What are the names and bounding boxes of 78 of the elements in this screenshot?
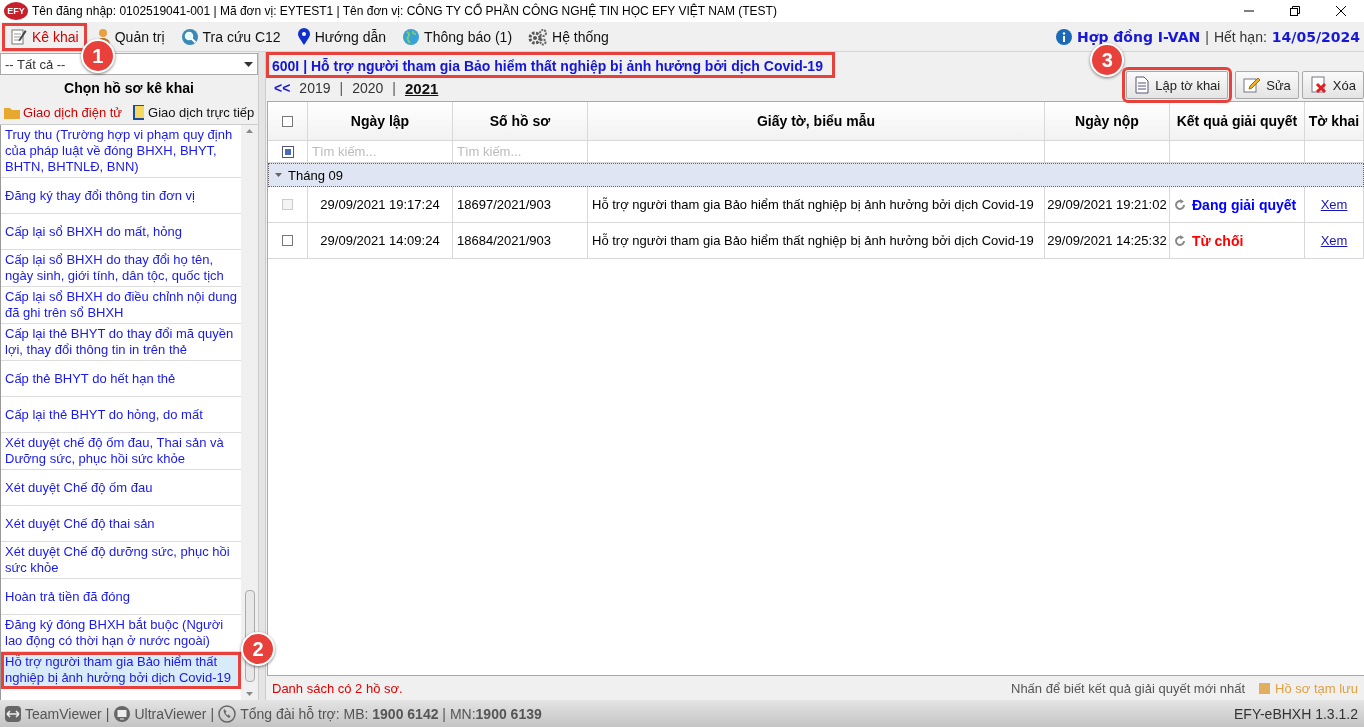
caret-icon [244, 61, 253, 67]
folder-icon [4, 105, 20, 119]
table-cell: 29/09/2021 19:17:24 [308, 187, 453, 223]
form-type-item[interactable]: Hỗ trợ người tham gia Bảo hiểm thất nghiệp bị ảnh hưởng bởi dịch Covid-19 [1, 652, 241, 689]
filter-checkbox-icon [281, 145, 294, 158]
checkbox[interactable] [282, 115, 293, 127]
menu-item[interactable]: Hệ thống [520, 22, 617, 51]
pencil-note-icon [1243, 76, 1262, 94]
hint-text: Nhấn để biết kết quả giải quyết mới nhất [1011, 680, 1245, 696]
refresh-icon [1174, 234, 1186, 247]
column-header: Giấy tờ, biểu mẫu [588, 102, 1045, 141]
menu-item[interactable]: Thông báo (1) [394, 22, 521, 51]
globe-icon [402, 27, 421, 46]
notebook-icon [132, 104, 146, 120]
column-header: Kết quả giải quyết [1170, 102, 1305, 141]
contract-link[interactable]: Hợp đồng I-VAN [1077, 28, 1201, 45]
back-link[interactable]: << [274, 80, 291, 96]
refresh-icon [1174, 198, 1186, 211]
search-field[interactable]: Tìm kiếm... [312, 144, 448, 159]
separator: | [105, 705, 110, 722]
location-pin-icon [296, 27, 311, 46]
legend-label: Hồ sơ tạm lưu [1275, 680, 1358, 696]
phone-icon [218, 704, 237, 723]
column-header: Số hồ sơ [453, 102, 588, 141]
column-header: Ngày lập [308, 102, 453, 141]
separator: | [392, 80, 396, 96]
restore-icon[interactable] [1289, 5, 1301, 17]
group-row[interactable]: Tháng 09 [268, 163, 1364, 187]
table-cell: 18697/2021/903 [453, 187, 588, 223]
expiry-date: 14/05/2024 [1271, 28, 1360, 45]
record-count: Danh sách có 2 hồ sơ. [272, 680, 404, 696]
year-tab[interactable]: 2019 [299, 80, 331, 96]
separator: | [210, 705, 215, 722]
collapse-triangle-icon [275, 173, 282, 177]
separator: | [1205, 28, 1209, 45]
delete-document-icon [1309, 76, 1328, 94]
scroll-down-icon[interactable] [246, 692, 253, 696]
separator: | [339, 80, 344, 96]
tab[interactable]: Giao dịch trực tiếp [130, 104, 257, 120]
search-icon [180, 27, 199, 46]
table-cell: 29/09/2021 19:21:02 [1045, 187, 1170, 223]
app-shortcut[interactable]: TeamViewer [4, 704, 102, 723]
hotline-text: Tổng đài hỗ trợ: MB: 1900 6142 | MN:1900 6139 [240, 705, 542, 722]
table-cell: 29/09/2021 14:25:32 [1045, 223, 1170, 259]
menu-item[interactable]: Hướng dẫn [288, 22, 395, 51]
column-header: Ngày nộp [1045, 102, 1170, 141]
scroll-thumb[interactable] [244, 590, 255, 682]
result-status: Từ chối [1192, 232, 1244, 249]
tab[interactable]: Giao dịch điện tử [2, 104, 125, 120]
form-title: 600I | Hỗ trợ người tham gia Bảo hiểm thất nghiệp bị ảnh hưởng bởi dịch Covid-19 [266, 52, 835, 78]
table-cell: 29/09/2021 14:09:24 [308, 223, 453, 259]
panel-heading: Chọn hồ sơ kê khai [63, 79, 195, 98]
document-icon [1134, 76, 1151, 94]
result-status: Đang giải quyết [1192, 196, 1297, 213]
column-header: Tờ khai [1305, 102, 1364, 141]
document-pen-icon [10, 27, 28, 46]
gears-icon [528, 27, 549, 46]
monitor-icon [113, 704, 132, 723]
table-cell: 18684/2021/903 [453, 223, 588, 259]
close-icon[interactable] [1335, 5, 1347, 17]
window-title: Tên đăng nhập: 0102519041-001 | Mã đơn vị: EYTEST1 | Tên đơn vị: CÔNG TY CỔ PHẦN CÔNG NGHỆ TIN HỌC EFY VIỆT NAM (TEST) [32, 4, 778, 18]
scroll-up-icon[interactable] [246, 129, 253, 133]
toolbar-button[interactable]: Xóa [1301, 71, 1364, 99]
year-tab[interactable]: 2020 [352, 80, 384, 96]
version-text: EFY-eBHXH 1.3.1.2 [1234, 705, 1358, 722]
app-shortcut[interactable]: UltraViewer [113, 704, 207, 723]
year-tab[interactable]: 2021 [404, 79, 439, 97]
info-icon [1056, 28, 1073, 45]
toolbar-button[interactable]: Sửa [1235, 71, 1299, 99]
expiry-label: Hết hạn: [1213, 28, 1267, 45]
legend-swatch [1259, 682, 1270, 694]
menu-item[interactable]: Tra cứu C12 [172, 22, 289, 51]
view-link[interactable]: Xem [1320, 233, 1348, 248]
search-field[interactable]: Tìm kiếm... [457, 144, 583, 159]
app-logo: EFY [4, 2, 28, 20]
table-cell: Hỗ trợ người tham gia Bảo hiểm thất nghiệp bị ảnh hưởng bởi dịch Covid-19 [588, 223, 1045, 259]
table-cell: Hỗ trợ người tham gia Bảo hiểm thất nghiệp bị ảnh hưởng bởi dịch Covid-19 [588, 187, 1045, 223]
checkbox[interactable] [282, 235, 293, 246]
